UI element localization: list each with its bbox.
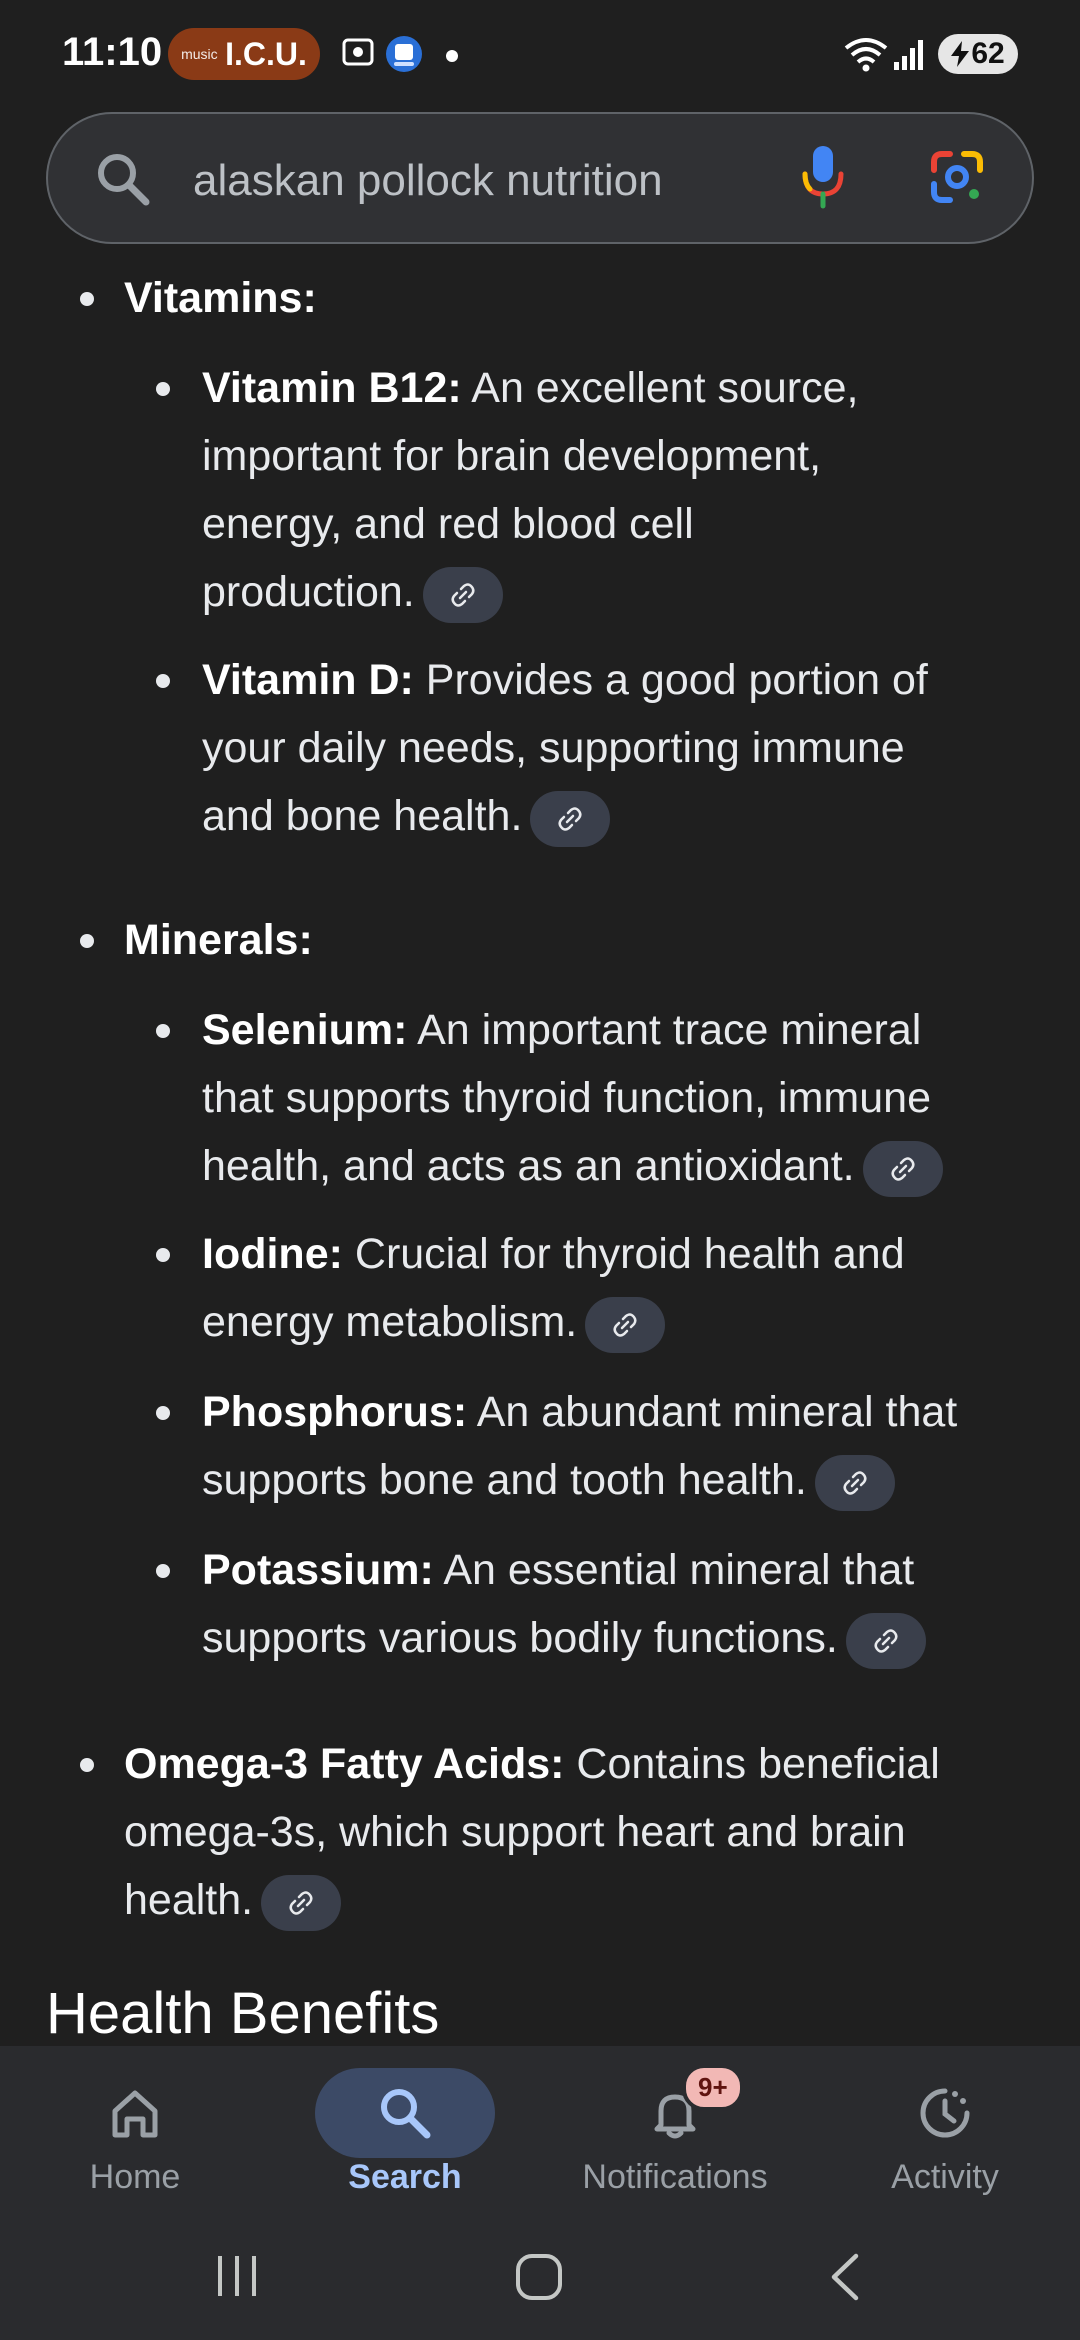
nav-activity-label: Activity	[891, 2158, 999, 2196]
nav-search-icon-wrap	[315, 2068, 495, 2158]
search-query[interactable]: alaskan pollock nutrition	[193, 156, 663, 206]
source-link-button[interactable]	[422, 566, 503, 623]
link-icon	[289, 1890, 313, 1915]
home-icon	[112, 2090, 158, 2138]
now-playing-title: I.C.U.	[225, 35, 307, 72]
term: Selenium:	[202, 1006, 408, 1054]
bullet	[156, 382, 170, 396]
more-notifications-dot	[446, 50, 458, 62]
source-link-button[interactable]	[585, 1296, 666, 1353]
list-item-vitamin-d: Vitamin D: Provides a good portion of yo…	[202, 646, 1042, 850]
search-icon	[381, 2089, 431, 2139]
list-item-selenium: Selenium: An important trace mineral tha…	[202, 996, 1062, 1200]
search-icon	[98, 154, 150, 206]
google-lens-icon[interactable]	[928, 148, 986, 206]
term: Omega-3 Fatty Acids:	[124, 1740, 565, 1788]
now-playing-pill[interactable]: music I.C.U.	[168, 28, 320, 80]
nav-search[interactable]: Search	[270, 2046, 540, 2210]
activity-icon	[920, 2088, 970, 2138]
search-bar[interactable]: alaskan pollock nutrition	[46, 112, 1034, 244]
screenshot-icon	[342, 38, 374, 66]
charging-bolt-icon	[951, 41, 970, 67]
back-icon[interactable]	[826, 2252, 866, 2302]
list-item-vitamin-b12: Vitamin B12: An excellent source, import…	[202, 354, 1042, 626]
nav-activity-icon-wrap	[855, 2068, 1035, 2158]
nav-home-icon-wrap	[45, 2068, 225, 2158]
music-logo-icon: music	[181, 46, 218, 62]
bullet	[80, 1758, 94, 1772]
term: Vitamin B12:	[202, 364, 462, 412]
term: Iodine:	[202, 1230, 343, 1278]
list-item-omega-3: Omega-3 Fatty Acids: Contains beneficial…	[124, 1730, 1044, 1934]
notification-badge: 9+	[682, 2064, 744, 2111]
source-link-button[interactable]	[845, 1612, 926, 1669]
source-link-button[interactable]	[862, 1140, 943, 1197]
bullet	[80, 292, 94, 306]
link-icon	[558, 806, 582, 831]
nav-home-label: Home	[89, 2158, 181, 2196]
list-item-potassium: Potassium: An essential mineral that sup…	[202, 1536, 1042, 1672]
term: Phosphorus:	[202, 1388, 468, 1436]
bullet	[156, 1406, 170, 1420]
section-label-minerals: Minerals:	[124, 916, 313, 964]
section-label-vitamins: Vitamins:	[124, 274, 317, 322]
section-heading-health-benefits: Health Benefits	[46, 1981, 440, 2046]
link-icon	[451, 582, 475, 607]
nav-notifications-label: Notifications	[582, 2158, 768, 2196]
bottom-navigation: Home Search 9+ Notifications Activity	[0, 2046, 1080, 2210]
app-notification-icon	[386, 36, 422, 72]
status-bar: 11:10 music I.C.U. 62	[0, 0, 1080, 110]
bullet	[156, 1248, 170, 1262]
list-item-phosphorus: Phosphorus: An abundant mineral that sup…	[202, 1378, 1042, 1514]
battery-level: 62	[971, 37, 1005, 70]
source-link-button[interactable]	[814, 1454, 895, 1511]
link-icon	[874, 1628, 898, 1653]
battery-indicator: 62	[938, 34, 1018, 74]
voice-search-icon[interactable]	[800, 144, 846, 210]
wifi-icon	[844, 38, 888, 72]
list-item-iodine: Iodine: Crucial for thyroid health and e…	[202, 1220, 1042, 1356]
nav-search-label: Search	[348, 2158, 462, 2196]
term: Potassium:	[202, 1546, 434, 1594]
link-icon	[843, 1470, 867, 1495]
recent-apps-icon[interactable]	[212, 2252, 262, 2300]
clock: 11:10	[62, 30, 163, 74]
nav-activity[interactable]: Activity	[810, 2046, 1080, 2210]
term: Vitamin D:	[202, 656, 414, 704]
signal-icon	[894, 40, 923, 70]
home-button-icon[interactable]	[514, 2252, 564, 2302]
bullet	[80, 934, 94, 948]
source-link-button[interactable]	[261, 1874, 342, 1931]
bullet	[156, 1564, 170, 1578]
bullet	[156, 1024, 170, 1038]
system-navigation-bar	[0, 2210, 1080, 2340]
link-icon	[891, 1156, 915, 1181]
source-link-button[interactable]	[530, 790, 611, 847]
bullet	[156, 674, 170, 688]
nav-home[interactable]: Home	[0, 2046, 270, 2210]
link-icon	[613, 1312, 637, 1337]
nav-notifications[interactable]: 9+ Notifications	[540, 2046, 810, 2210]
